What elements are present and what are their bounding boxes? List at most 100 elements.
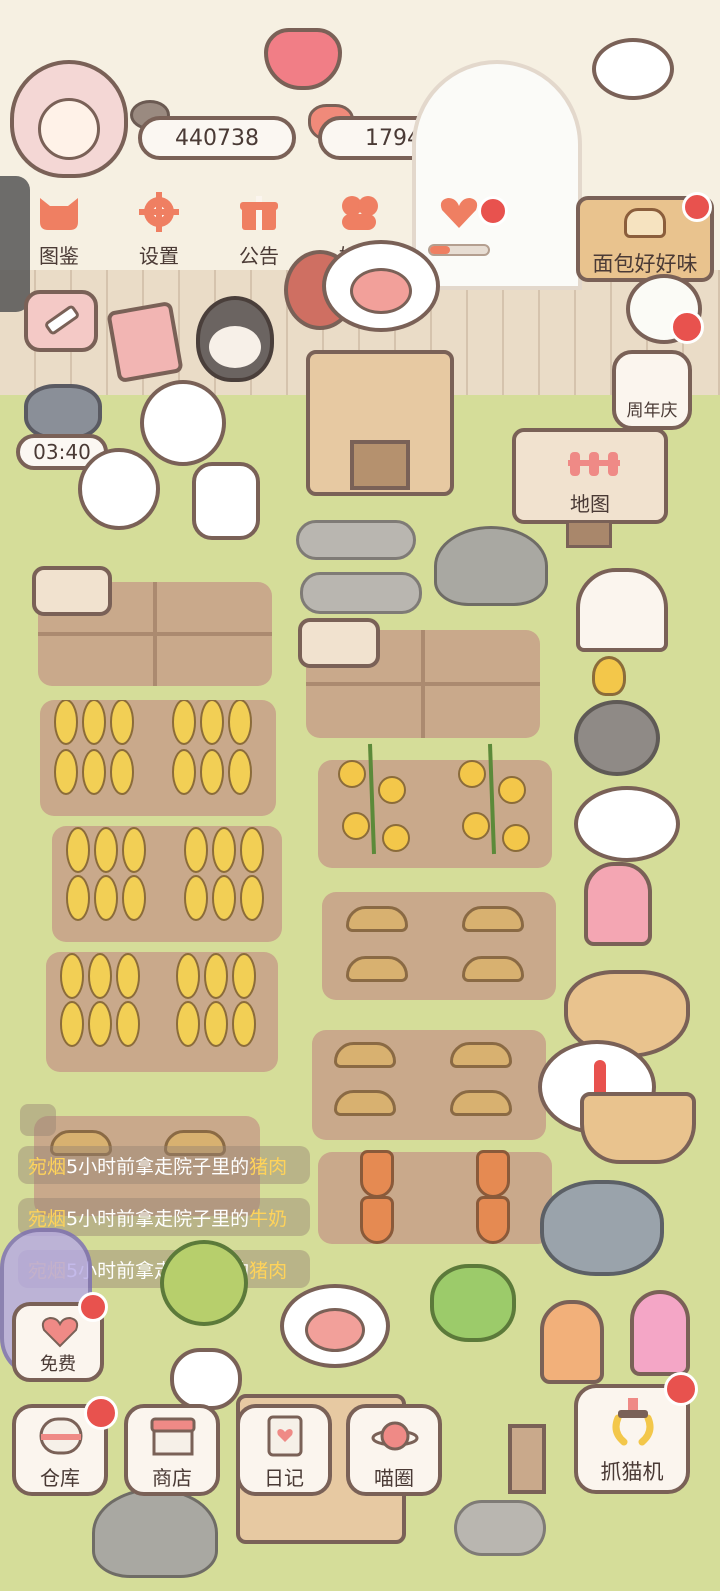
message-user: 宛烟 bbox=[28, 1155, 67, 1178]
gumball-machine[interactable] bbox=[78, 448, 160, 530]
wooden-post bbox=[508, 1424, 546, 1494]
stepping-stone bbox=[454, 1500, 546, 1556]
message-log-toggle[interactable] bbox=[20, 1104, 56, 1136]
stepping-stone bbox=[300, 572, 422, 614]
fence-icon bbox=[568, 452, 620, 476]
diary-icon bbox=[267, 1415, 303, 1457]
candy-jar[interactable] bbox=[192, 462, 260, 540]
hearts-icon bbox=[440, 198, 478, 228]
hearts-progress-fill bbox=[430, 246, 451, 254]
carrot-plot[interactable] bbox=[318, 1152, 552, 1244]
bottom-bar-label: 喵圈 bbox=[374, 1466, 414, 1490]
pencil-icon bbox=[45, 305, 79, 335]
potato-crop bbox=[346, 906, 408, 932]
message-user: 宛烟 bbox=[28, 1207, 67, 1230]
potato-crop bbox=[450, 1090, 512, 1116]
bottom-bar-label: 商店 bbox=[152, 1466, 192, 1490]
top-menu: 图鉴 设置 公告 好友 bbox=[16, 192, 502, 269]
bottom-bar-cat-circle[interactable]: 喵圈 bbox=[346, 1404, 442, 1496]
bread-icon bbox=[624, 208, 666, 238]
claw-notification-dot bbox=[664, 1372, 698, 1406]
message-item: 牛奶 bbox=[249, 1207, 288, 1230]
menu-item-settings[interactable]: 设置 bbox=[116, 192, 202, 269]
mouse-character bbox=[24, 384, 102, 440]
potato-crop bbox=[334, 1042, 396, 1068]
pig-face-icon bbox=[350, 268, 412, 314]
carrot-sign bbox=[298, 618, 380, 668]
boulder bbox=[92, 1488, 218, 1578]
bottom-bar-shop[interactable]: 商店 bbox=[124, 1404, 220, 1496]
frog-character bbox=[430, 1264, 516, 1342]
sign-post bbox=[566, 520, 612, 548]
bottom-bar-diary[interactable]: 日记 bbox=[236, 1404, 332, 1496]
flower-crop-group bbox=[330, 734, 540, 864]
message-log-entry: 宛烟 5小时前拿走院子里的 猪肉 bbox=[18, 1146, 310, 1184]
heart-face-icon bbox=[41, 1316, 79, 1348]
corn-sign bbox=[32, 566, 112, 616]
round-tree bbox=[160, 1240, 248, 1326]
anniversary-button[interactable]: 周年庆 bbox=[612, 350, 692, 430]
free-button-label: 免费 bbox=[40, 1354, 76, 1375]
stepping-stone bbox=[296, 520, 416, 560]
shop-icon bbox=[150, 1417, 196, 1456]
player-avatar[interactable] bbox=[10, 60, 128, 178]
diary-book bbox=[106, 300, 184, 384]
message-text: 5小时前拿走院子里的 bbox=[66, 1207, 250, 1230]
warehouse-icon bbox=[39, 1417, 83, 1455]
potted-plant bbox=[540, 1300, 604, 1384]
menu-label: 公告 bbox=[239, 244, 279, 268]
cardboard-box[interactable] bbox=[306, 350, 454, 496]
carrot-crop bbox=[360, 1196, 394, 1244]
menu-label: 图鉴 bbox=[39, 244, 79, 268]
birdhouse bbox=[576, 568, 668, 652]
hyacinth-plant bbox=[630, 1290, 690, 1376]
bottom-bar-label: 仓库 bbox=[40, 1466, 80, 1490]
hearts-progress-bar bbox=[428, 244, 490, 256]
panda-ornament bbox=[592, 38, 674, 100]
carrot-crop bbox=[360, 1150, 394, 1198]
tree-pot bbox=[170, 1348, 242, 1410]
free-notification-dot bbox=[78, 1292, 108, 1322]
claw-machine-label: 抓猫机 bbox=[600, 1460, 664, 1484]
friends-icon bbox=[342, 196, 378, 230]
flower-crops bbox=[338, 743, 530, 855]
claw-icon bbox=[612, 1398, 654, 1446]
potato-crop bbox=[334, 1090, 396, 1116]
edit-button[interactable] bbox=[24, 290, 98, 352]
potato-crop bbox=[450, 1042, 512, 1068]
hyacinth-plant bbox=[584, 862, 652, 946]
gift-icon bbox=[240, 196, 278, 230]
gear-icon bbox=[139, 192, 179, 232]
grumpy-mouse-character bbox=[540, 1180, 664, 1276]
boulder bbox=[434, 526, 548, 606]
warehouse-notification-dot bbox=[84, 1396, 118, 1430]
avatar-face bbox=[38, 98, 100, 160]
bottom-bar-label: 日记 bbox=[264, 1466, 304, 1490]
carrot-crop bbox=[476, 1196, 510, 1244]
menu-item-announcement[interactable]: 公告 bbox=[216, 192, 302, 269]
speech-bubble[interactable] bbox=[322, 240, 440, 332]
tulip-pot bbox=[574, 700, 660, 776]
timer-value: 03:40 bbox=[33, 440, 91, 464]
woven-basket bbox=[580, 1092, 696, 1164]
cat-head-icon bbox=[40, 198, 78, 230]
potato-crop bbox=[346, 956, 408, 982]
carrot-crop bbox=[476, 1150, 510, 1198]
pig-face-icon bbox=[305, 1308, 365, 1352]
menu-item-collection[interactable]: 图鉴 bbox=[16, 192, 102, 269]
coin-counter: 440738 bbox=[138, 116, 296, 160]
cat-planet-icon bbox=[371, 1421, 419, 1451]
gumball-machine[interactable] bbox=[140, 380, 226, 466]
message-text: 5小时前拿走院子里的 bbox=[66, 1155, 250, 1178]
speech-bubble[interactable] bbox=[280, 1284, 390, 1368]
box-door bbox=[350, 440, 410, 490]
owl-notification-dot bbox=[670, 310, 704, 344]
message-item: 猪肉 bbox=[249, 1155, 288, 1178]
coin-value: 440738 bbox=[175, 125, 259, 151]
grumpy-face bbox=[209, 326, 261, 368]
map-sign[interactable]: 地图 bbox=[512, 428, 668, 524]
hearts-notification-dot bbox=[478, 196, 508, 226]
berry-bowl bbox=[574, 786, 680, 862]
potato-crop bbox=[462, 906, 524, 932]
menu-label: 设置 bbox=[139, 244, 179, 268]
